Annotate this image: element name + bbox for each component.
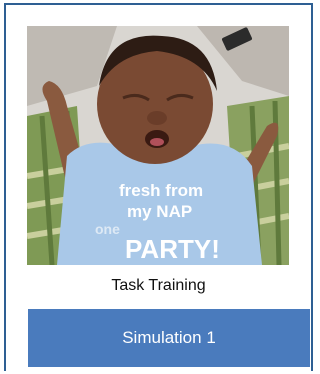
card-caption: Task Training: [111, 277, 206, 294]
shirt-text-line-2: my NAP: [127, 202, 192, 221]
task-card: fresh from my NAP one PARTY! Task Traini…: [4, 3, 313, 371]
simulation-1-button[interactable]: Simulation 1: [28, 309, 310, 367]
shirt-text-line-4: PARTY!: [125, 234, 220, 264]
baby-photo-illustration: fresh from my NAP one PARTY!: [27, 26, 289, 265]
baby-photo: fresh from my NAP one PARTY!: [27, 26, 289, 265]
shirt-text-line-1: fresh from: [119, 181, 203, 200]
shirt-text-line-3: one: [95, 221, 120, 237]
